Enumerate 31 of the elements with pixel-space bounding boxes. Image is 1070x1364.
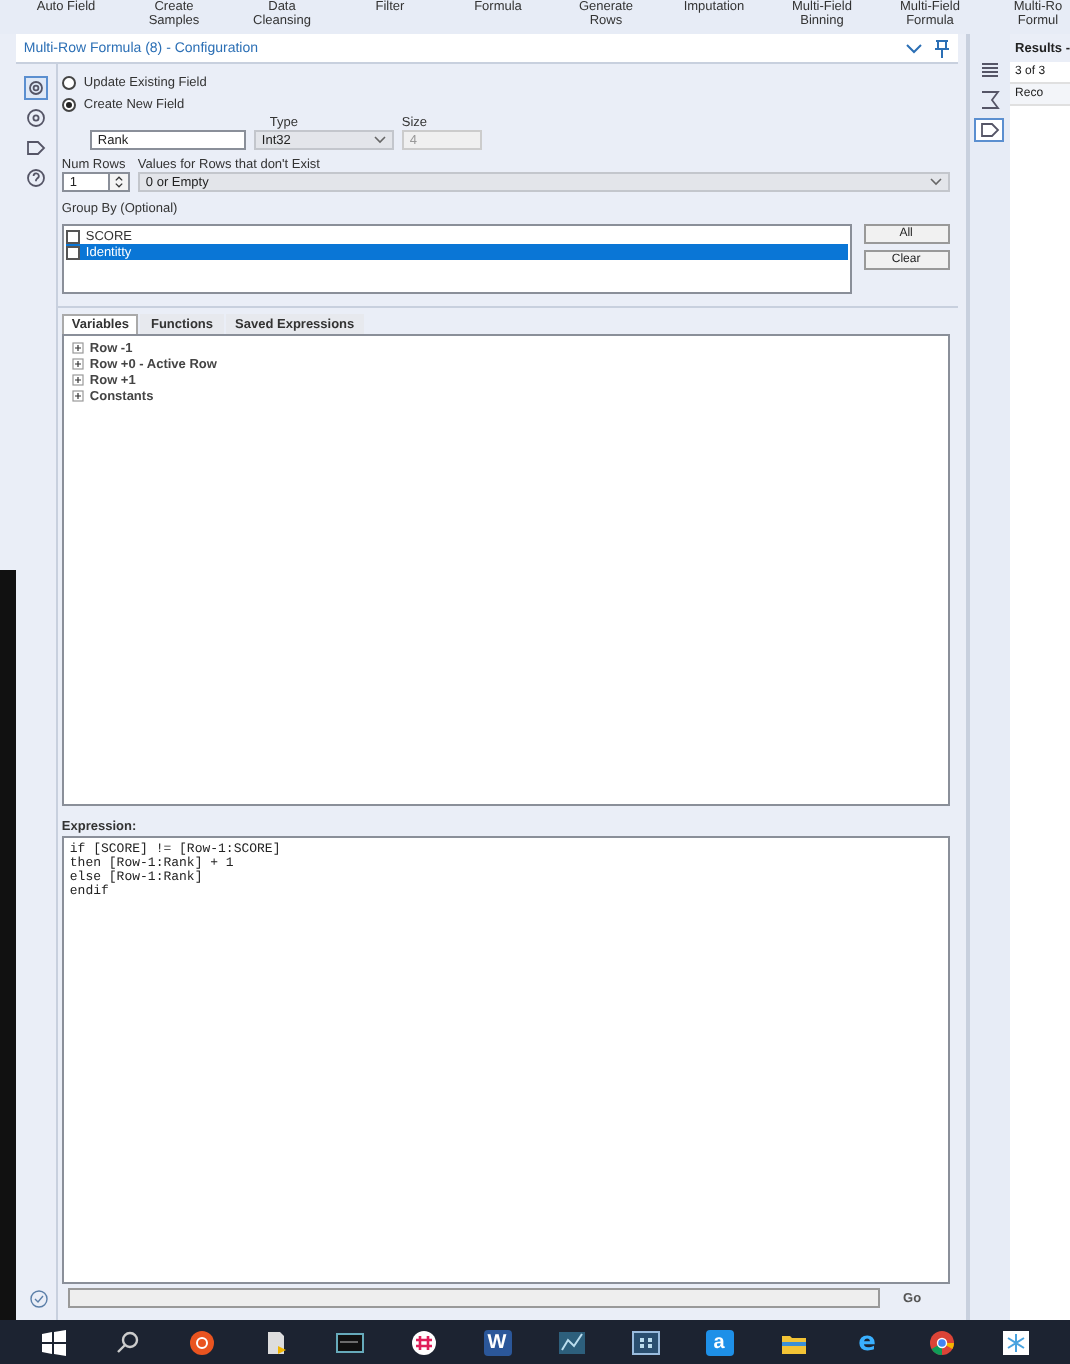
windows-icon[interactable] bbox=[39, 1329, 67, 1355]
sigma-icon bbox=[979, 90, 1000, 110]
chevron-down-icon bbox=[929, 178, 942, 186]
browser-icon[interactable]: e bbox=[853, 1329, 881, 1355]
chevron-down-icon bbox=[373, 136, 386, 144]
checkbox[interactable] bbox=[65, 245, 80, 259]
slack-icon[interactable] bbox=[409, 1329, 437, 1355]
help-icon bbox=[25, 168, 46, 188]
tag-icon bbox=[979, 120, 1000, 140]
terminal-icon[interactable] bbox=[335, 1329, 363, 1355]
word-icon[interactable]: W bbox=[483, 1329, 511, 1355]
ubuntu-icon[interactable] bbox=[187, 1329, 215, 1355]
spinner-icon[interactable] bbox=[109, 172, 130, 192]
radio-button[interactable] bbox=[61, 98, 76, 112]
command-field[interactable] bbox=[67, 1288, 880, 1308]
chrome-icon[interactable] bbox=[927, 1329, 955, 1355]
radio-button[interactable] bbox=[61, 76, 76, 90]
snowflake-icon[interactable] bbox=[1001, 1329, 1029, 1355]
search-icon[interactable] bbox=[113, 1329, 141, 1355]
grid-icon[interactable] bbox=[631, 1329, 659, 1355]
chart-icon[interactable] bbox=[557, 1329, 585, 1355]
expand-icon[interactable] bbox=[71, 390, 84, 402]
pin-icon[interactable] bbox=[933, 39, 950, 57]
tag-icon bbox=[25, 138, 46, 158]
expand-icon[interactable] bbox=[71, 342, 84, 354]
checkbox[interactable] bbox=[65, 229, 80, 243]
chevron-down-icon[interactable] bbox=[905, 43, 922, 53]
expand-icon[interactable] bbox=[71, 374, 84, 386]
check-circle-icon bbox=[29, 1289, 48, 1307]
list-icon bbox=[979, 60, 1000, 80]
expand-icon[interactable] bbox=[71, 358, 84, 370]
